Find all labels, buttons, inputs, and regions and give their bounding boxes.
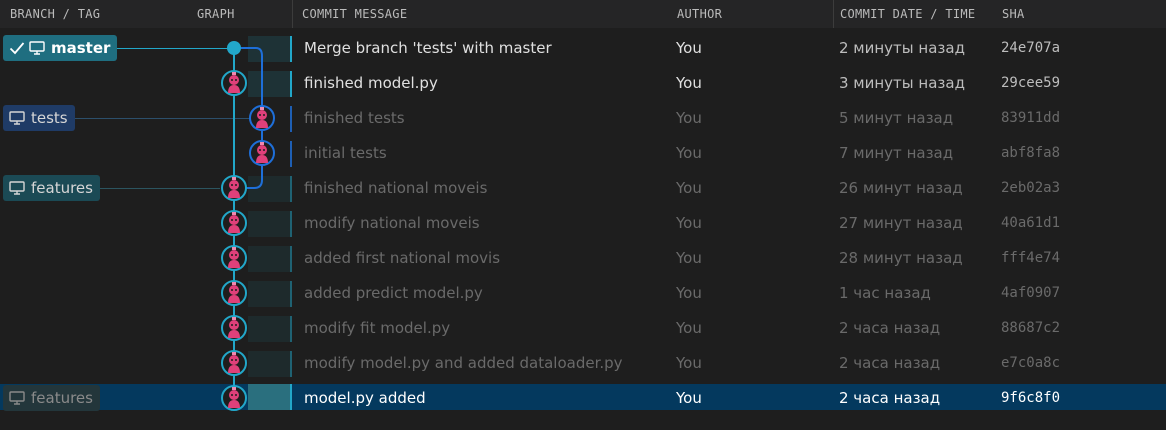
commit-date: 7 минут назад	[839, 144, 954, 162]
commit-sha[interactable]: 9f6c8f0	[1001, 390, 1060, 406]
commit-date: 2 часа назад	[839, 354, 941, 372]
commit-row[interactable]: finished model.py You 3 минуты назад 29c…	[0, 66, 1166, 101]
commit-message: finished national moveis	[304, 179, 488, 197]
commit-row[interactable]: added first national movis You 28 минут …	[0, 241, 1166, 276]
row-lane-marker	[290, 176, 292, 202]
commit-row[interactable]: modify national moveis You 27 минут наза…	[0, 206, 1166, 241]
header-divider[interactable]	[833, 0, 834, 28]
commit-message: Merge branch 'tests' with master	[304, 39, 552, 57]
commit-message: modify national moveis	[304, 214, 480, 232]
row-lane-marker	[290, 211, 292, 237]
commit-sha[interactable]: 4af0907	[1001, 285, 1060, 301]
commit-message: modify fit model.py	[304, 319, 451, 337]
header-branch-tag[interactable]: BRANCH / TAG	[10, 7, 100, 21]
monitor-icon	[9, 391, 25, 405]
monitor-icon	[9, 111, 25, 125]
row-lane-marker	[290, 36, 292, 62]
commit-sha[interactable]: 83911dd	[1001, 110, 1060, 126]
monitor-icon	[9, 181, 25, 195]
row-graph-stripe	[248, 351, 292, 377]
commit-date: 26 минут назад	[839, 179, 963, 197]
commit-sha[interactable]: fff4e74	[1001, 250, 1060, 266]
header-sha[interactable]: SHA	[1002, 7, 1025, 21]
row-lane-marker	[290, 71, 292, 97]
commit-author: You	[676, 144, 702, 162]
commit-message: initial tests	[304, 144, 387, 162]
commit-date: 1 час назад	[839, 284, 931, 302]
row-lane-marker	[290, 246, 292, 272]
header-author[interactable]: AUTHOR	[677, 7, 722, 21]
ref-tag-features-remote[interactable]: features	[3, 385, 100, 411]
row-graph-stripe	[248, 316, 292, 342]
header-divider[interactable]	[292, 0, 293, 28]
commit-message: model.py added	[304, 389, 426, 407]
monitor-icon	[29, 41, 45, 55]
ref-connector-line	[70, 118, 250, 119]
commit-message: modify model.py and added dataloader.py	[304, 354, 623, 372]
header-graph[interactable]: GRAPH	[197, 7, 235, 21]
commit-sha[interactable]: 29cee59	[1001, 75, 1060, 91]
commit-sha[interactable]: 24e707a	[1001, 40, 1060, 56]
commit-row[interactable]: added predict model.py You 1 час назад 4…	[0, 276, 1166, 311]
row-lane-marker	[290, 316, 292, 342]
row-graph-stripe	[248, 71, 292, 97]
commit-row[interactable]: modify model.py and added dataloader.py …	[0, 346, 1166, 381]
row-graph-stripe	[248, 211, 292, 237]
commit-date: 2 минуты назад	[839, 39, 965, 57]
row-lane-marker	[290, 281, 292, 307]
commit-row[interactable]: modify fit model.py You 2 часа назад 886…	[0, 311, 1166, 346]
ref-label: master	[51, 39, 111, 57]
ref-tag-features[interactable]: features	[3, 175, 100, 201]
commit-sha[interactable]: 88687c2	[1001, 320, 1060, 336]
column-header: BRANCH / TAG GRAPH COMMIT MESSAGE AUTHOR…	[0, 0, 1166, 28]
commit-author: You	[676, 179, 702, 197]
row-graph-stripe	[248, 281, 292, 307]
ref-label: tests	[31, 109, 68, 127]
commit-author: You	[676, 354, 702, 372]
commit-message: added predict model.py	[304, 284, 483, 302]
commit-row-selected[interactable]: model.py added You 2 часа назад 9f6c8f0	[0, 384, 1166, 410]
ref-label: features	[31, 389, 93, 407]
commit-message: finished tests	[304, 109, 405, 127]
header-commit-message[interactable]: COMMIT MESSAGE	[302, 7, 407, 21]
commit-date: 3 минуты назад	[839, 74, 965, 92]
row-lane-marker	[290, 384, 292, 410]
commit-author: You	[676, 109, 702, 127]
commit-date: 5 минут назад	[839, 109, 954, 127]
commit-author: You	[676, 214, 702, 232]
ref-connector-line	[96, 188, 220, 189]
commit-date: 28 минут назад	[839, 249, 963, 267]
commit-author: You	[676, 249, 702, 267]
ref-tag-master[interactable]: master	[3, 35, 118, 61]
row-graph-stripe	[248, 36, 292, 62]
commit-message: finished model.py	[304, 74, 438, 92]
commit-date: 2 часа назад	[839, 389, 941, 407]
commit-author: You	[676, 389, 702, 407]
commit-author: You	[676, 284, 702, 302]
row-graph-stripe	[248, 176, 292, 202]
ref-label: features	[31, 179, 93, 197]
header-commit-date[interactable]: COMMIT DATE / TIME	[840, 7, 975, 21]
row-graph-stripe	[248, 384, 292, 410]
ref-connector-line	[112, 48, 232, 49]
check-icon	[9, 41, 25, 55]
commit-message: added first national movis	[304, 249, 501, 267]
commit-sha[interactable]: 2eb02a3	[1001, 180, 1060, 196]
commit-sha[interactable]: abf8fa8	[1001, 145, 1060, 161]
row-lane-marker	[290, 351, 292, 377]
commit-author: You	[676, 39, 702, 57]
row-lane-marker	[290, 106, 292, 132]
row-graph-stripe	[248, 246, 292, 272]
commit-sha[interactable]: 40a61d1	[1001, 215, 1060, 231]
row-lane-marker	[290, 141, 292, 167]
ref-tag-tests[interactable]: tests	[3, 105, 75, 131]
commit-date: 2 часа назад	[839, 319, 941, 337]
commit-sha[interactable]: e7c0a8c	[1001, 355, 1060, 371]
commit-author: You	[676, 74, 702, 92]
commit-author: You	[676, 319, 702, 337]
commit-date: 27 минут назад	[839, 214, 963, 232]
commit-row[interactable]: initial tests You 7 минут назад abf8fa8	[0, 136, 1166, 171]
